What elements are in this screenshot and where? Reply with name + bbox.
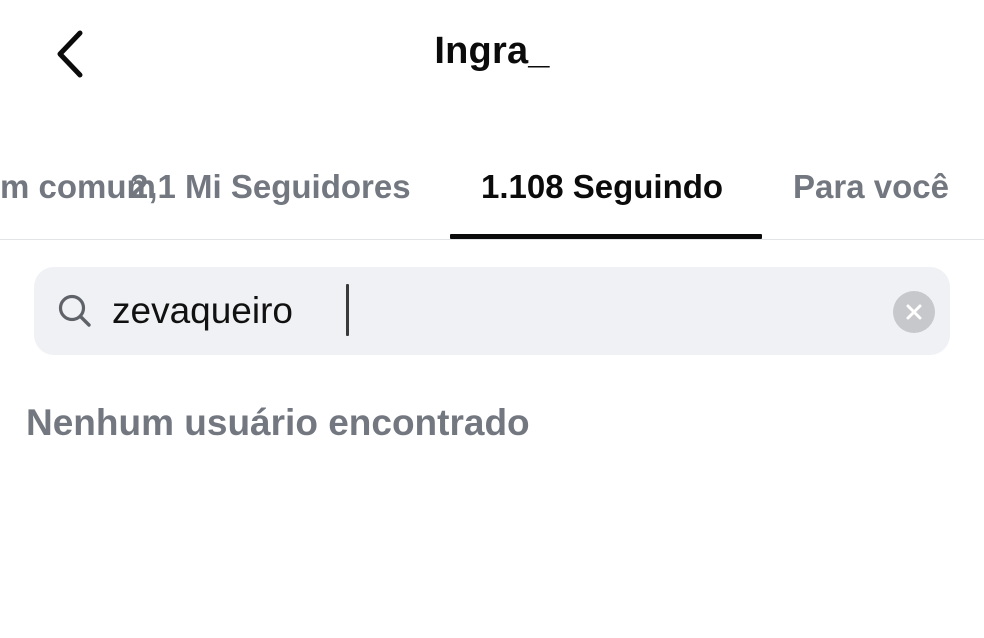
screen: Ingra_ Em comum 2,1 Mi Seguidores 1.108 … [0,0,984,638]
page-title: Ingra_ [434,30,550,72]
search-input[interactable] [112,285,872,337]
empty-state-message: Nenhum usuário encontrado [26,402,530,443]
text-caret [346,284,349,336]
tab-bar: Em comum 2,1 Mi Seguidores 1.108 Seguind… [0,150,984,240]
header: Ingra_ [0,0,984,110]
search-icon [58,294,91,327]
tab-followers[interactable]: 2,1 Mi Seguidores [130,168,411,206]
clear-icon [906,304,922,320]
tab-for-you[interactable]: Para você [793,168,949,206]
search-bar[interactable] [34,267,950,355]
tab-following[interactable]: 1.108 Seguindo [481,168,723,206]
divider [0,239,984,240]
clear-search-button[interactable] [893,291,935,333]
